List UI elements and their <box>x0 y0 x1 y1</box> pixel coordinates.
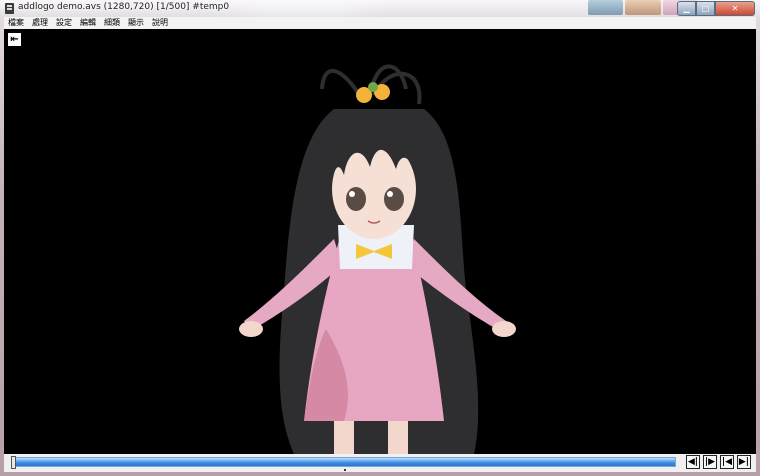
left-hand <box>239 321 263 337</box>
frame-navigation: ◀| |▶ |◀ ▶| <box>686 455 751 469</box>
window-controls: ▁ □ ✕ <box>677 1 755 16</box>
app-icon[interactable] <box>5 3 14 14</box>
window-title: addlogo demo.avs (1280,720) [1/500] #tem… <box>18 2 230 12</box>
desktop-thumbnail <box>625 0 661 15</box>
menu-details[interactable]: 細類 <box>104 17 120 29</box>
menu-process[interactable]: 處理 <box>32 17 48 29</box>
first-frame-icon: |◀ <box>721 457 733 467</box>
desktop-thumbnail <box>588 0 624 15</box>
eye-highlight <box>349 191 355 197</box>
right-hand <box>492 321 516 337</box>
minimize-button[interactable]: ▁ <box>677 1 696 16</box>
last-frame-icon: ▶| <box>738 457 750 467</box>
maximize-button[interactable]: □ <box>696 1 715 16</box>
title-bar[interactable]: addlogo demo.avs (1280,720) [1/500] #tem… <box>0 0 760 17</box>
left-leg <box>334 421 354 454</box>
seek-center-marker <box>344 469 346 471</box>
anime-girl-frame <box>239 64 516 454</box>
right-leg <box>388 421 408 454</box>
next-frame-button[interactable]: |▶ <box>703 455 717 469</box>
eye-highlight <box>387 191 393 197</box>
menu-settings[interactable]: 設定 <box>56 17 72 29</box>
seek-thumb[interactable] <box>11 456 16 469</box>
left-eye <box>346 187 366 211</box>
first-frame-button[interactable]: |◀ <box>720 455 734 469</box>
prev-frame-icon: ◀| <box>687 457 699 467</box>
menu-help[interactable]: 說明 <box>152 17 168 29</box>
menu-edit[interactable]: 編輯 <box>80 17 96 29</box>
seek-bar[interactable] <box>12 457 676 467</box>
menu-view[interactable]: 顯示 <box>128 17 144 29</box>
last-frame-button[interactable]: ▶| <box>737 455 751 469</box>
prev-frame-button[interactable]: ◀| <box>686 455 700 469</box>
menu-bar: 檔案 處理 設定 編輯 細類 顯示 說明 <box>4 17 756 29</box>
video-preview[interactable]: ⇤ <box>4 29 756 454</box>
close-button[interactable]: ✕ <box>715 1 755 16</box>
right-eye <box>384 187 404 211</box>
playback-bar: ◀| |▶ |◀ ▶| <box>4 454 756 472</box>
menu-file[interactable]: 檔案 <box>8 17 24 29</box>
app-window: addlogo demo.avs (1280,720) [1/500] #tem… <box>0 0 760 476</box>
hair-ornament <box>368 82 378 92</box>
next-frame-icon: |▶ <box>704 457 716 467</box>
